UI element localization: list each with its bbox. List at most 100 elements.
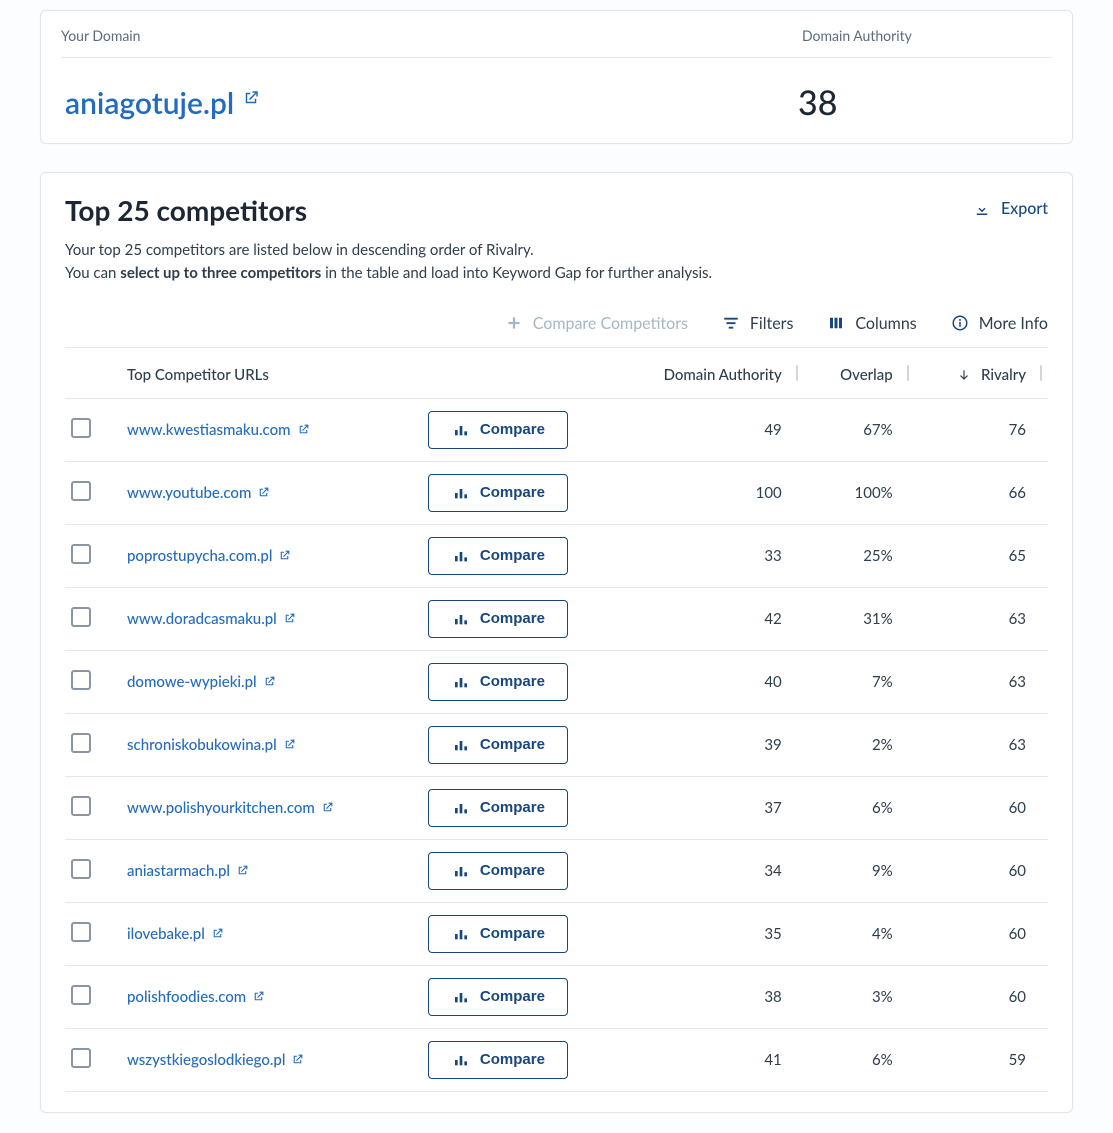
row-checkbox[interactable] bbox=[71, 733, 91, 753]
bar-chart-icon bbox=[452, 737, 470, 753]
competitor-link[interactable]: polishfoodies.com bbox=[127, 988, 265, 1006]
external-link-icon bbox=[283, 612, 296, 625]
cell-overlap: 6% bbox=[804, 776, 915, 839]
compare-competitors-button: Compare Competitors bbox=[505, 314, 688, 333]
compare-button-label: Compare bbox=[480, 1051, 545, 1068]
cell-overlap: 25% bbox=[804, 524, 915, 587]
your-domain-label: Your Domain bbox=[61, 27, 140, 44]
cell-authority: 42 bbox=[602, 587, 803, 650]
competitors-table: Top Competitor URLs Domain Authority Ove… bbox=[65, 348, 1048, 1092]
row-checkbox[interactable] bbox=[71, 418, 91, 438]
competitor-link[interactable]: www.doradcasmaku.pl bbox=[127, 610, 296, 628]
table-row: domowe-wypieki.pl Compare 40 7% 63 bbox=[65, 650, 1048, 713]
cell-overlap: 100% bbox=[804, 461, 915, 524]
bar-chart-icon bbox=[452, 422, 470, 438]
cell-overlap: 6% bbox=[804, 1028, 915, 1091]
external-link-icon bbox=[252, 990, 265, 1003]
filters-button[interactable]: Filters bbox=[722, 314, 793, 333]
bar-chart-icon bbox=[452, 800, 470, 816]
compare-button[interactable]: Compare bbox=[428, 600, 568, 638]
competitor-url: domowe-wypieki.pl bbox=[127, 673, 257, 691]
domain-text: aniagotuje.pl bbox=[65, 85, 234, 121]
row-checkbox[interactable] bbox=[71, 607, 91, 627]
bar-chart-icon bbox=[452, 863, 470, 879]
row-checkbox[interactable] bbox=[71, 859, 91, 879]
table-toolbar: Compare Competitors Filters Columns More… bbox=[65, 314, 1048, 348]
cell-rivalry: 60 bbox=[915, 776, 1048, 839]
plus-icon bbox=[505, 314, 523, 332]
row-checkbox[interactable] bbox=[71, 796, 91, 816]
row-checkbox[interactable] bbox=[71, 985, 91, 1005]
compare-button[interactable]: Compare bbox=[428, 726, 568, 764]
compare-button[interactable]: Compare bbox=[428, 474, 568, 512]
compare-button[interactable]: Compare bbox=[428, 852, 568, 890]
cell-overlap: 31% bbox=[804, 587, 915, 650]
competitor-url: ilovebake.pl bbox=[127, 925, 205, 943]
compare-button[interactable]: Compare bbox=[428, 663, 568, 701]
competitor-link[interactable]: www.polishyourkitchen.com bbox=[127, 799, 334, 817]
more-info-button[interactable]: More Info bbox=[951, 314, 1048, 333]
compare-button-label: Compare bbox=[480, 862, 545, 879]
competitor-url: www.doradcasmaku.pl bbox=[127, 610, 277, 628]
external-link-icon bbox=[297, 423, 310, 436]
cell-overlap: 67% bbox=[804, 398, 915, 461]
compare-button[interactable]: Compare bbox=[428, 978, 568, 1016]
external-link-icon bbox=[291, 1053, 304, 1066]
col-overlap[interactable]: Overlap bbox=[804, 348, 915, 399]
compare-button[interactable]: Compare bbox=[428, 411, 568, 449]
cell-rivalry: 63 bbox=[915, 587, 1048, 650]
col-rivalry[interactable]: Rivalry bbox=[915, 348, 1048, 399]
competitor-link[interactable]: poprostupycha.com.pl bbox=[127, 547, 291, 565]
competitor-link[interactable]: www.kwestiasmaku.com bbox=[127, 421, 310, 439]
competitor-url: aniastarmach.pl bbox=[127, 862, 230, 880]
external-link-icon bbox=[321, 801, 334, 814]
competitors-description: Your top 25 competitors are listed below… bbox=[65, 239, 712, 286]
compare-button[interactable]: Compare bbox=[428, 1041, 568, 1079]
row-checkbox[interactable] bbox=[71, 544, 91, 564]
row-checkbox[interactable] bbox=[71, 670, 91, 690]
competitor-link[interactable]: www.youtube.com bbox=[127, 484, 270, 502]
table-row: www.polishyourkitchen.com Compare 37 6% … bbox=[65, 776, 1048, 839]
cell-authority: 100 bbox=[602, 461, 803, 524]
compare-button[interactable]: Compare bbox=[428, 915, 568, 953]
columns-button[interactable]: Columns bbox=[827, 314, 916, 333]
row-checkbox[interactable] bbox=[71, 1048, 91, 1068]
compare-button-label: Compare bbox=[480, 736, 545, 753]
competitor-url: schroniskobukowina.pl bbox=[127, 736, 277, 754]
export-button[interactable]: Export bbox=[973, 199, 1048, 218]
cell-authority: 37 bbox=[602, 776, 803, 839]
compare-button-label: Compare bbox=[480, 799, 545, 816]
competitor-link[interactable]: domowe-wypieki.pl bbox=[127, 673, 276, 691]
compare-button[interactable]: Compare bbox=[428, 537, 568, 575]
competitor-link[interactable]: wszystkiegoslodkiego.pl bbox=[127, 1051, 304, 1069]
competitor-url: poprostupycha.com.pl bbox=[127, 547, 272, 565]
cell-rivalry: 60 bbox=[915, 839, 1048, 902]
col-url[interactable]: Top Competitor URLs bbox=[121, 348, 422, 399]
compare-button-label: Compare bbox=[480, 610, 545, 627]
table-row: www.doradcasmaku.pl Compare 42 31% 63 bbox=[65, 587, 1048, 650]
domain-authority-label: Domain Authority bbox=[802, 27, 912, 44]
cell-rivalry: 60 bbox=[915, 965, 1048, 1028]
compare-button-label: Compare bbox=[480, 925, 545, 942]
compare-button[interactable]: Compare bbox=[428, 789, 568, 827]
cell-authority: 35 bbox=[602, 902, 803, 965]
row-checkbox[interactable] bbox=[71, 922, 91, 942]
row-checkbox[interactable] bbox=[71, 481, 91, 501]
competitor-link[interactable]: ilovebake.pl bbox=[127, 925, 224, 943]
domain-link[interactable]: aniagotuje.pl bbox=[65, 85, 260, 121]
table-row: wszystkiegoslodkiego.pl Compare 41 6% 59 bbox=[65, 1028, 1048, 1091]
external-link-icon bbox=[257, 486, 270, 499]
compare-button-label: Compare bbox=[480, 547, 545, 564]
col-authority[interactable]: Domain Authority bbox=[602, 348, 803, 399]
cell-authority: 49 bbox=[602, 398, 803, 461]
competitors-title: Top 25 competitors bbox=[65, 193, 712, 227]
table-row: schroniskobukowina.pl Compare 39 2% 63 bbox=[65, 713, 1048, 776]
compare-button-label: Compare bbox=[480, 988, 545, 1005]
competitor-link[interactable]: schroniskobukowina.pl bbox=[127, 736, 296, 754]
competitor-link[interactable]: aniastarmach.pl bbox=[127, 862, 249, 880]
competitor-url: www.polishyourkitchen.com bbox=[127, 799, 315, 817]
cell-rivalry: 66 bbox=[915, 461, 1048, 524]
arrow-down-icon bbox=[957, 368, 971, 382]
cell-rivalry: 60 bbox=[915, 902, 1048, 965]
table-row: poprostupycha.com.pl Compare 33 25% 65 bbox=[65, 524, 1048, 587]
